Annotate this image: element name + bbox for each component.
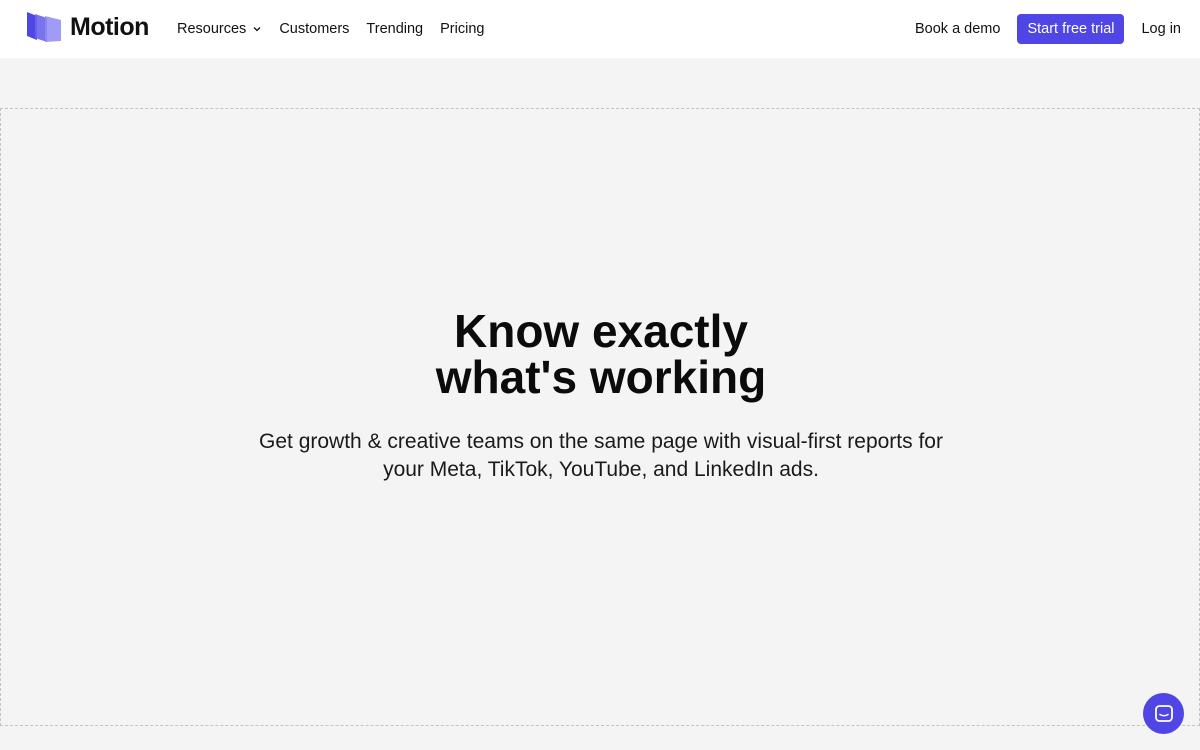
start-free-trial-button[interactable]: Start free trial (1017, 14, 1125, 44)
book-demo-link[interactable]: Book a demo (915, 21, 1000, 37)
chat-icon (1154, 704, 1173, 722)
chat-launcher-button[interactable] (1143, 693, 1184, 734)
nav-actions: Book a demo Start free trial Log in (915, 0, 1181, 58)
hero-title-line-1: Know exactly (454, 305, 748, 357)
motion-logo-icon (27, 12, 61, 42)
nav-resources-label: Resources (177, 21, 247, 37)
nav-resources[interactable]: Resources (177, 21, 262, 37)
logo-link[interactable]: Motion (26, 12, 149, 42)
log-in-link[interactable]: Log in (1141, 21, 1181, 37)
hero-title-line-2: what's working (435, 351, 767, 403)
primary-nav: Resources Customers Trending Pricing (177, 0, 501, 58)
brand-name: Motion (70, 12, 149, 41)
nav-trending[interactable]: Trending (366, 21, 423, 37)
nav-customers[interactable]: Customers (279, 21, 349, 37)
chevron-down-icon (253, 27, 261, 32)
top-navigation: Motion Resources Customers Trending Pric… (0, 0, 1200, 58)
nav-pricing[interactable]: Pricing (440, 21, 484, 37)
hero-title: Know exactly what's working (1, 308, 1200, 400)
hero-subtitle: Get growth & creative teams on the same … (259, 430, 943, 481)
hero-section: Know exactly what's working Get growth &… (0, 108, 1200, 726)
